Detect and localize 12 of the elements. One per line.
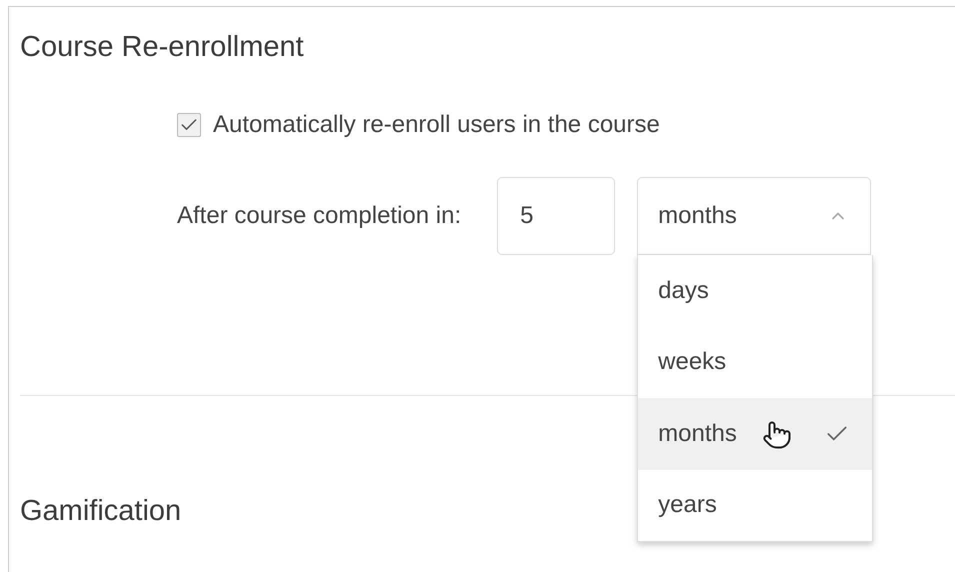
checkbox-label: Automatically re-enroll users in the course (213, 111, 660, 139)
dropdown-option[interactable]: weeks (638, 326, 872, 398)
checkbox[interactable] (177, 113, 201, 137)
dropdown-option[interactable]: months (638, 398, 872, 470)
section-title: Course Re-enrollment (20, 30, 304, 64)
section-title: Gamification (20, 494, 182, 528)
unit-select[interactable]: months (637, 177, 872, 255)
number-input[interactable]: 5 (497, 177, 616, 255)
field-label: After course completion in: (177, 202, 462, 230)
hand-cursor-icon (762, 420, 792, 450)
dropdown-option[interactable]: days (638, 255, 872, 326)
dropdown-option[interactable]: years (638, 470, 872, 541)
